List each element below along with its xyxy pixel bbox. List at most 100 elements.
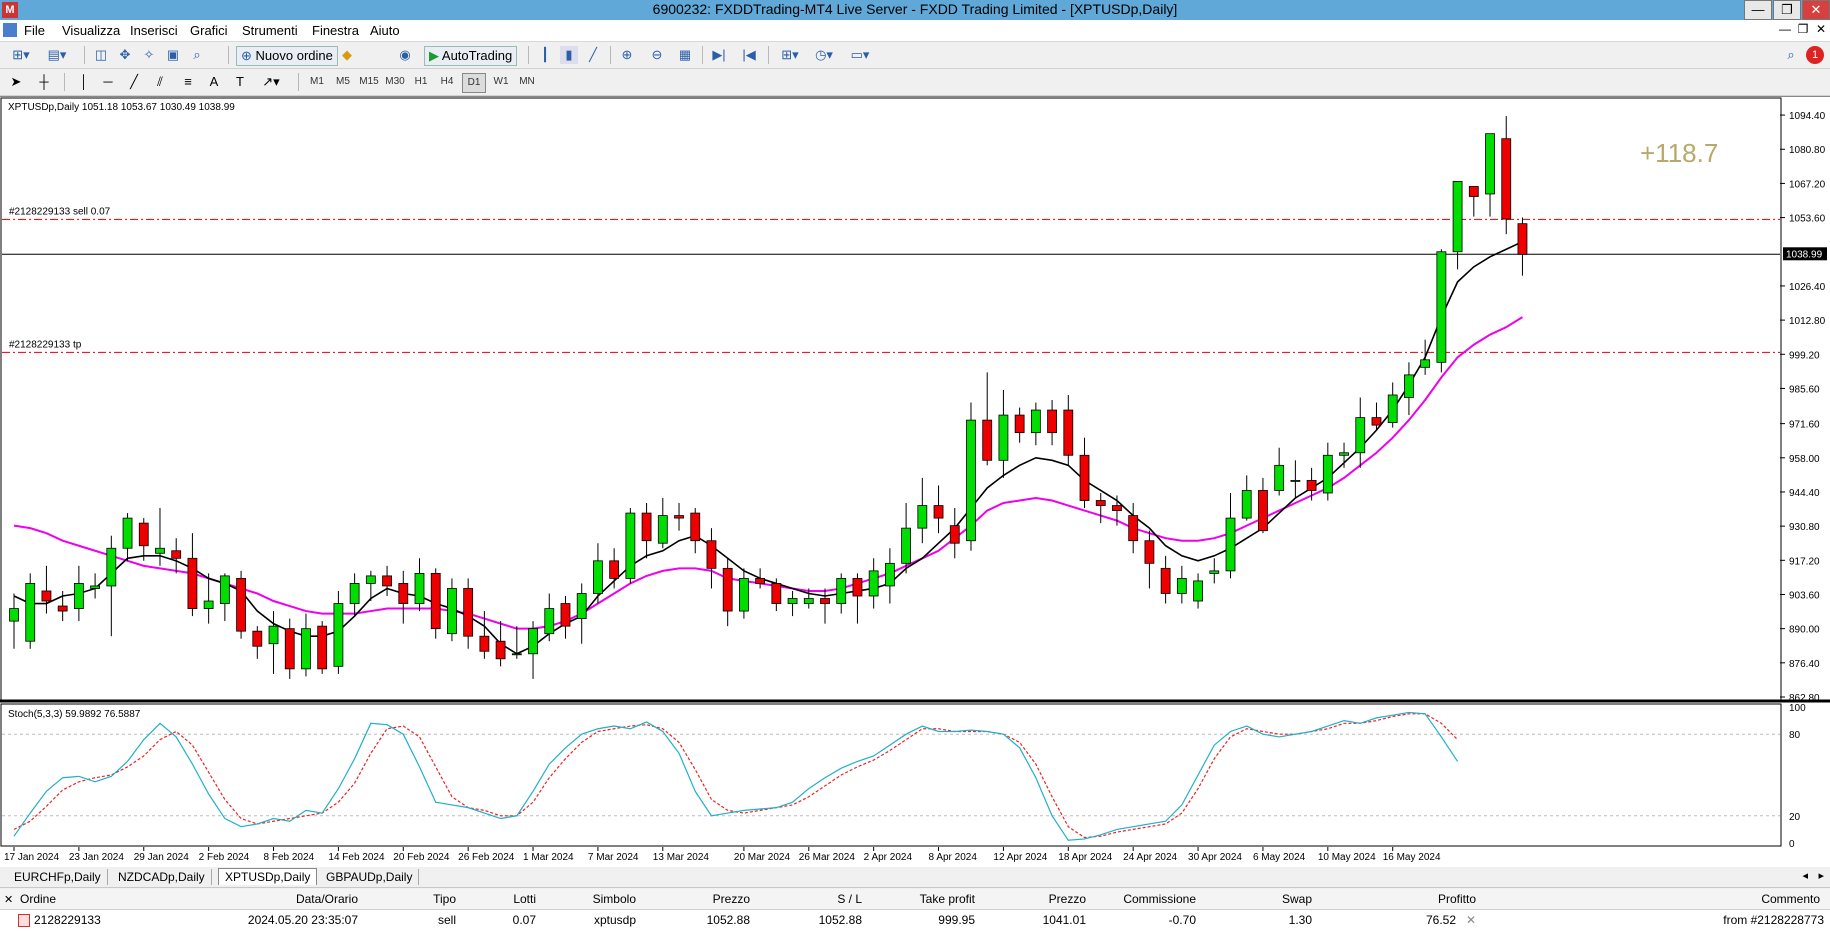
menu-file[interactable]: File <box>24 23 45 38</box>
chart-shift-icon[interactable]: |◀ <box>740 46 758 64</box>
chart-window[interactable]: 1094.40 1080.80 1067.20 1053.60 1026.40 1012.… <box>0 96 1830 868</box>
order-tp-label[interactable]: #2128229133 tp <box>9 339 82 350</box>
col-profitto[interactable]: Profitto <box>1380 892 1476 906</box>
scroll-right-icon[interactable]: ▸ <box>1818 869 1824 882</box>
col-lotti[interactable]: Lotti <box>480 892 536 906</box>
cursor-icon[interactable]: ➤ <box>8 73 24 91</box>
signals-icon[interactable]: ◉ <box>396 46 414 64</box>
candle-bear <box>820 598 830 604</box>
timeframe-h4[interactable]: H4 <box>436 73 458 91</box>
col-commento[interactable]: Commento <box>1700 892 1820 906</box>
autoscroll-icon[interactable]: ▶| <box>710 46 728 64</box>
candle-bull <box>1420 359 1431 368</box>
tile-windows-icon[interactable]: ▦ <box>676 46 694 64</box>
fibonacci-icon[interactable]: ≡ <box>180 73 196 91</box>
col-commissione[interactable]: Commissione <box>1100 892 1196 906</box>
x-tick-label: 16 May 2024 <box>1383 852 1441 863</box>
mdi-restore-button[interactable]: ❐ <box>1796 22 1810 36</box>
timeframe-m5[interactable]: M5 <box>332 73 354 91</box>
close-button[interactable]: ✕ <box>1802 0 1830 20</box>
col-ordine[interactable]: Ordine <box>20 892 56 906</box>
metaeditor-icon[interactable]: ◆ <box>338 46 356 64</box>
trendline-icon[interactable]: ╱ <box>126 73 142 91</box>
new-chart-icon[interactable]: ⊞▾ <box>6 46 36 64</box>
indicators-icon[interactable]: ⊞▾ <box>776 46 804 64</box>
menu-finestra[interactable]: Finestra <box>312 23 359 38</box>
mdi-close-button[interactable]: ✕ <box>1814 22 1828 36</box>
templates-icon[interactable]: ▭▾ <box>846 46 874 64</box>
text-icon[interactable]: A <box>206 73 222 91</box>
order-sell-label[interactable]: #2128229133 sell 0.07 <box>9 206 111 217</box>
zoom-out-icon[interactable]: ⊖ <box>648 46 666 64</box>
tab-eurchf[interactable]: EURCHFp,Daily <box>8 869 108 885</box>
col-simbolo[interactable]: Simbolo <box>560 892 636 906</box>
periods-icon[interactable]: ◷▾ <box>810 46 838 64</box>
bar-chart-icon[interactable]: ┃ <box>536 46 554 64</box>
market-watch-icon[interactable]: ◫ <box>92 46 110 64</box>
col-data-orario[interactable]: Data/Orario <box>220 892 358 906</box>
candlestick-icon[interactable]: ▮ <box>560 46 578 64</box>
text-label-icon[interactable]: T <box>232 73 248 91</box>
menu-strumenti[interactable]: Strumenti <box>242 23 298 38</box>
x-tick-label: 2 Apr 2024 <box>864 852 913 863</box>
data-window-icon[interactable]: ✥ <box>116 46 134 64</box>
equidistant-channel-icon[interactable]: ⫽ <box>152 73 168 91</box>
close-order-icon[interactable]: ✕ <box>1466 913 1476 927</box>
candle-bear <box>236 578 246 632</box>
candle-bear <box>284 628 295 670</box>
candle-bull <box>1485 133 1495 195</box>
timeframe-m15[interactable]: M15 <box>358 73 380 91</box>
tester-icon[interactable]: ⌕ <box>188 46 206 64</box>
tab-nzdcad[interactable]: NZDCADp,Daily <box>112 869 212 885</box>
timeframe-w1[interactable]: W1 <box>490 73 512 91</box>
search-icon[interactable]: ⌕ <box>1782 46 1800 64</box>
table-row[interactable]: 2128229133 2024.05.20 23:35:07 sell 0.07… <box>0 910 1830 931</box>
zoom-in-icon[interactable]: ⊕ <box>618 46 636 64</box>
candle-bull <box>1225 517 1236 572</box>
menu-visualizza[interactable]: Visualizza <box>62 23 120 38</box>
col-tipo[interactable]: Tipo <box>400 892 456 906</box>
close-terminal-icon[interactable]: ✕ <box>4 893 13 906</box>
timeframe-m30[interactable]: M30 <box>384 73 406 91</box>
timeframe-d1[interactable]: D1 <box>462 73 486 93</box>
col-prezzo-corrente[interactable]: Prezzo <box>1000 892 1086 906</box>
menu-grafici[interactable]: Grafici <box>190 23 228 38</box>
timeframe-mn[interactable]: MN <box>516 73 538 91</box>
scroll-left-icon[interactable]: ◂ <box>1802 869 1808 882</box>
col-prezzo[interactable]: Prezzo <box>660 892 750 906</box>
price-chart[interactable]: 1094.40 1080.80 1067.20 1053.60 1026.40 1012.… <box>0 97 1830 867</box>
profiles-icon[interactable]: ▤▾ <box>42 46 72 64</box>
navigator-icon[interactable]: ✧ <box>140 46 158 64</box>
candle-bull <box>349 583 360 604</box>
menu-aiuto[interactable]: Aiuto <box>370 23 400 38</box>
stoch-pane-frame <box>0 703 1782 847</box>
timeframe-m1[interactable]: M1 <box>306 73 328 91</box>
col-take-profit[interactable]: Take profit <box>880 892 975 906</box>
arrows-icon[interactable]: ↗▾ <box>258 73 284 91</box>
y-tick-label: 1067.20 <box>1789 179 1826 190</box>
terminal-icon[interactable]: ▣ <box>164 46 182 64</box>
stoch-signal-line <box>13 713 1459 839</box>
sell-order-icon <box>18 914 30 927</box>
candle-bull <box>901 527 911 564</box>
line-chart-icon[interactable]: ╱ <box>584 46 602 64</box>
horizontal-line-icon[interactable]: ─ <box>100 73 116 91</box>
vertical-line-icon[interactable]: │ <box>76 73 92 91</box>
col-sl[interactable]: S / L <box>790 892 862 906</box>
tab-xptusd[interactable]: XPTUSDp,Daily <box>218 868 318 885</box>
candle-bull <box>884 562 895 587</box>
order-swap: 1.30 <box>1288 913 1312 927</box>
notification-badge[interactable]: 1 <box>1806 46 1824 64</box>
menu-inserisci[interactable]: Inserisci <box>130 23 178 38</box>
new-order-button[interactable]: ⊕ Nuovo ordine <box>236 46 338 66</box>
mdi-minimize-button[interactable]: — <box>1778 22 1792 36</box>
crosshair-icon[interactable]: ┼ <box>36 73 52 91</box>
restore-button[interactable]: ❐ <box>1773 0 1801 20</box>
autotrading-button[interactable]: ▶ AutoTrading <box>424 46 518 66</box>
x-tick-label: 18 Apr 2024 <box>1058 852 1112 863</box>
col-swap[interactable]: Swap <box>1220 892 1312 906</box>
timeframe-h1[interactable]: H1 <box>410 73 432 91</box>
minimize-button[interactable]: — <box>1744 0 1772 20</box>
y-tick-label: 958.00 <box>1789 454 1820 465</box>
tab-gbpaud[interactable]: GBPAUDp,Daily <box>320 869 420 885</box>
